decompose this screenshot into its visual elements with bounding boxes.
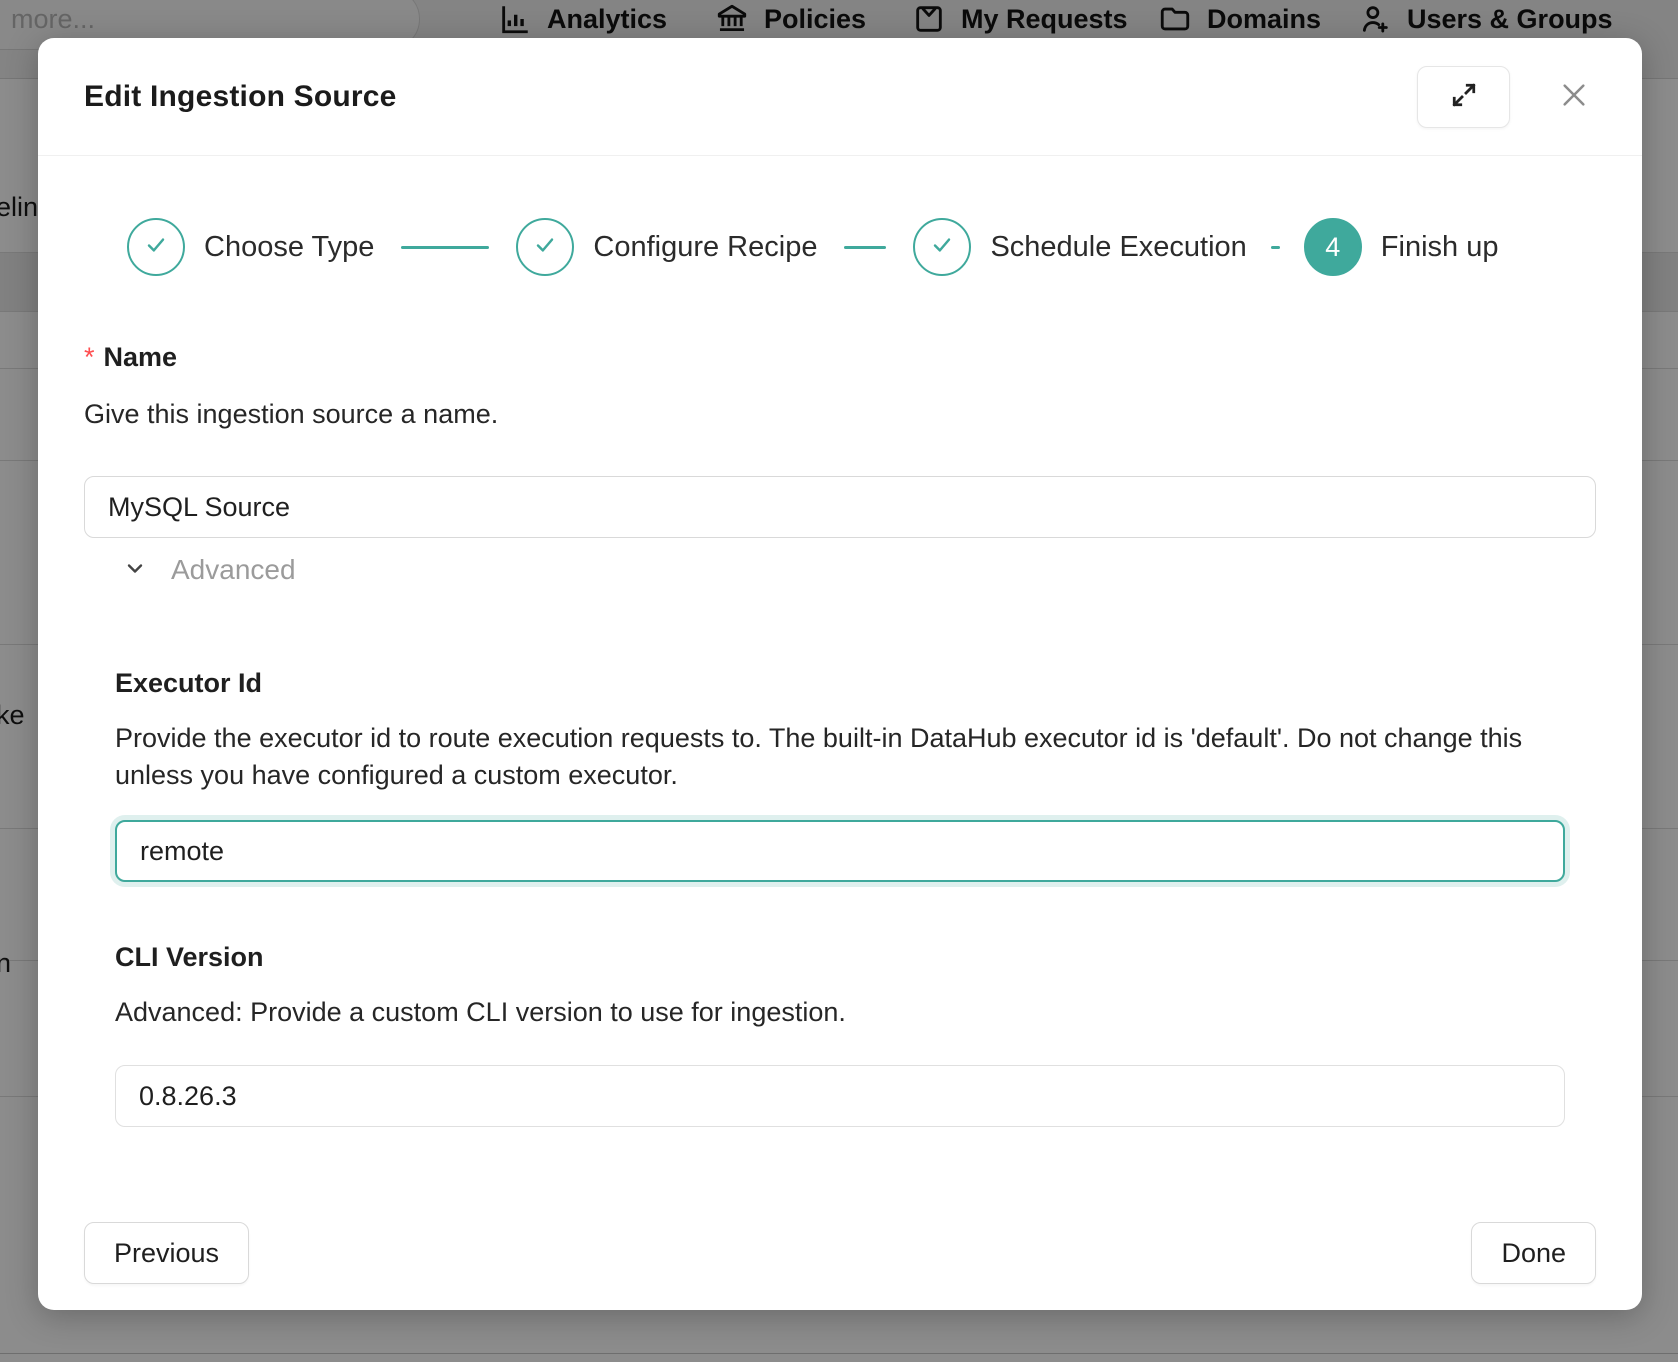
done-button[interactable]: Done — [1471, 1222, 1596, 1284]
advanced-label: Advanced — [171, 554, 296, 586]
modal-header: Edit Ingestion Source — [38, 38, 1642, 156]
modal-title: Edit Ingestion Source — [84, 80, 1417, 114]
expand-icon — [1449, 80, 1479, 113]
check-icon — [531, 231, 559, 264]
required-asterisk: * — [84, 342, 95, 373]
close-icon — [1558, 79, 1590, 114]
advanced-section: Executor Id Provide the executor id to r… — [115, 666, 1565, 1127]
step-number: 4 — [1325, 232, 1340, 263]
step-label: Configure Recipe — [593, 231, 817, 264]
step-done-circle — [516, 218, 574, 276]
executor-id-input[interactable] — [115, 820, 1565, 882]
name-input[interactable] — [84, 476, 1596, 538]
step-done-circle — [913, 218, 971, 276]
step-finish-up[interactable]: 4 Finish up — [1304, 218, 1499, 276]
step-label: Choose Type — [204, 231, 374, 264]
step-done-circle — [127, 218, 185, 276]
name-field-description: Give this ingestion source a name. — [84, 396, 1596, 430]
step-configure-recipe[interactable]: Configure Recipe — [516, 218, 817, 276]
chevron-down-icon — [123, 556, 147, 585]
edit-ingestion-source-modal: Edit Ingestion Source — [38, 38, 1642, 1310]
previous-button[interactable]: Previous — [84, 1222, 249, 1284]
step-schedule-execution[interactable]: Schedule Execution — [913, 218, 1246, 276]
executor-id-label: Executor Id — [115, 666, 1565, 700]
step-connector — [844, 246, 886, 249]
cli-version-description: Advanced: Provide a custom CLI version t… — [115, 994, 1565, 1031]
executor-id-description: Provide the executor id to route executi… — [115, 720, 1565, 794]
step-label: Finish up — [1381, 231, 1499, 264]
modal-body: Choose Type Configure Recipe — [38, 218, 1642, 1284]
check-icon — [142, 231, 170, 264]
cli-version-input[interactable] — [115, 1065, 1565, 1127]
modal-footer: Previous Done — [84, 1222, 1596, 1284]
check-icon — [928, 231, 956, 264]
step-connector — [1271, 246, 1280, 249]
name-field-label: * Name — [84, 340, 1596, 374]
advanced-toggle[interactable]: Advanced — [84, 548, 1596, 592]
wizard-stepper: Choose Type Configure Recipe — [84, 218, 1596, 276]
cli-version-label: CLI Version — [115, 940, 1565, 974]
close-modal-button[interactable] — [1552, 75, 1596, 119]
step-choose-type[interactable]: Choose Type — [127, 218, 374, 276]
step-active-circle: 4 — [1304, 218, 1362, 276]
expand-modal-button[interactable] — [1417, 66, 1510, 128]
step-label: Schedule Execution — [990, 231, 1246, 264]
step-connector — [401, 246, 489, 249]
